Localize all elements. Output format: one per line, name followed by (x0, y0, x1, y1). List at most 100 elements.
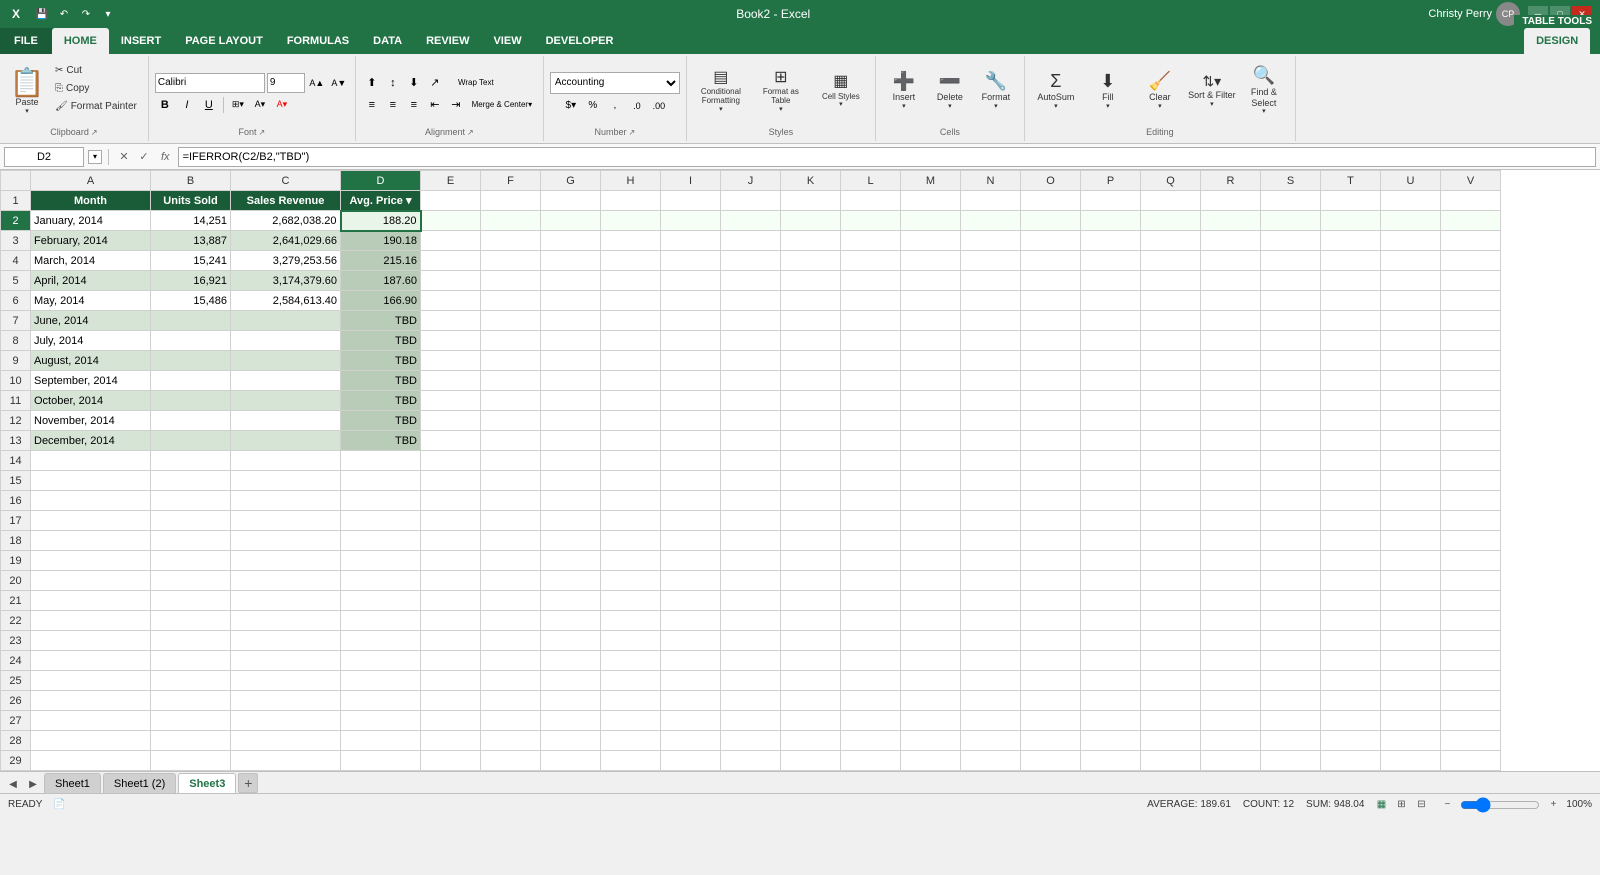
cell-e13[interactable] (421, 431, 481, 451)
cell-v2[interactable] (1441, 211, 1501, 231)
scroll-tabs-left-btn[interactable]: ◀ (4, 775, 22, 793)
wrap-text-btn[interactable]: Wrap Text (446, 73, 506, 93)
tab-file[interactable]: FILE (0, 28, 52, 54)
tab-page-layout[interactable]: PAGE LAYOUT (173, 28, 275, 54)
merge-center-btn[interactable]: Merge & Center▾ (467, 95, 537, 115)
row-num-8[interactable]: 8 (1, 331, 31, 351)
cell-d10[interactable]: TBD (341, 371, 421, 391)
zoom-in-btn[interactable]: + (1544, 796, 1562, 814)
cell-a11[interactable]: October, 2014 (31, 391, 151, 411)
cell-b7[interactable] (151, 311, 231, 331)
cell-e8[interactable] (421, 331, 481, 351)
font-color-button[interactable]: A▾ (272, 95, 292, 115)
cell-a9[interactable]: August, 2014 (31, 351, 151, 371)
tab-review[interactable]: REVIEW (414, 28, 481, 54)
cell-g2[interactable] (541, 211, 601, 231)
cell-d9[interactable]: TBD (341, 351, 421, 371)
col-header-f[interactable]: F (481, 171, 541, 191)
decrease-indent-btn[interactable]: ⇤ (425, 95, 445, 115)
cell-t2[interactable] (1321, 211, 1381, 231)
format-painter-button[interactable]: 🖌Format Painter (50, 98, 142, 115)
cell-b2[interactable]: 14,251 (151, 211, 231, 231)
scroll-tabs-right-btn[interactable]: ▶ (24, 775, 42, 793)
align-top-btn[interactable]: ⬆ (362, 73, 382, 93)
page-layout-view-btn[interactable]: ⊞ (1392, 796, 1410, 814)
cell-o1[interactable] (1021, 191, 1081, 211)
row-num-7[interactable]: 7 (1, 311, 31, 331)
decrease-font-btn[interactable]: A▼ (329, 73, 349, 93)
row-num-9[interactable]: 9 (1, 351, 31, 371)
percent-btn[interactable]: % (583, 96, 603, 116)
cell-f2[interactable] (481, 211, 541, 231)
cell-c9[interactable] (231, 351, 341, 371)
align-middle-btn[interactable]: ↕ (383, 73, 403, 93)
cell-d12[interactable]: TBD (341, 411, 421, 431)
cell-k2[interactable] (781, 211, 841, 231)
cell-h2[interactable] (601, 211, 661, 231)
italic-button[interactable]: I (177, 95, 197, 115)
align-left-btn[interactable]: ≡ (362, 95, 382, 115)
cell-c6[interactable]: 2,584,613.40 (231, 291, 341, 311)
cell-t1[interactable] (1321, 191, 1381, 211)
cell-b13[interactable] (151, 431, 231, 451)
number-format-select[interactable]: Accounting (550, 72, 680, 94)
cell-r1[interactable] (1201, 191, 1261, 211)
copy-button[interactable]: ⎘Copy (50, 80, 142, 97)
cell-e9[interactable] (421, 351, 481, 371)
cell-a13[interactable]: December, 2014 (31, 431, 151, 451)
spreadsheet[interactable]: A B C D E F G H I J K L M N O P Q (0, 170, 1600, 771)
cell-e2[interactable] (421, 211, 481, 231)
cell-c12[interactable] (231, 411, 341, 431)
cell-c1[interactable]: Sales Revenue (231, 191, 341, 211)
cell-c3[interactable]: 2,641,029.66 (231, 231, 341, 251)
col-header-q[interactable]: Q (1141, 171, 1201, 191)
col-header-r[interactable]: R (1201, 171, 1261, 191)
bold-button[interactable]: B (155, 95, 175, 115)
cell-e12[interactable] (421, 411, 481, 431)
col-header-a[interactable]: A (31, 171, 151, 191)
insert-cells-btn[interactable]: ➕ Insert ▾ (882, 62, 926, 120)
row-num-1[interactable]: 1 (1, 191, 31, 211)
cell-d7[interactable]: TBD (341, 311, 421, 331)
cell-e11[interactable] (421, 391, 481, 411)
row-num-11[interactable]: 11 (1, 391, 31, 411)
underline-button[interactable]: U (199, 95, 219, 115)
comma-btn[interactable]: , (605, 96, 625, 116)
cell-a1[interactable]: Month (31, 191, 151, 211)
col-header-p[interactable]: P (1081, 171, 1141, 191)
cell-d8[interactable]: TBD (341, 331, 421, 351)
cell-r2[interactable] (1201, 211, 1261, 231)
cell-e3[interactable] (421, 231, 481, 251)
cell-c2[interactable]: 2,682,038.20 (231, 211, 341, 231)
cell-c11[interactable] (231, 391, 341, 411)
cell-e7[interactable] (421, 311, 481, 331)
currency-btn[interactable]: $▾ (561, 96, 581, 116)
align-bottom-btn[interactable]: ⬇ (404, 73, 424, 93)
format-cells-btn[interactable]: 🔧 Format ▾ (974, 62, 1018, 120)
save-btn[interactable]: 💾 (32, 4, 52, 24)
sheet-tab-sheet1-2[interactable]: Sheet1 (2) (103, 773, 176, 793)
zoom-slider[interactable] (1460, 797, 1540, 813)
cell-s2[interactable] (1261, 211, 1321, 231)
cell-q2[interactable] (1141, 211, 1201, 231)
col-header-j[interactable]: J (721, 171, 781, 191)
cell-c10[interactable] (231, 371, 341, 391)
cell-b6[interactable]: 15,486 (151, 291, 231, 311)
cell-d3[interactable]: 190.18 (341, 231, 421, 251)
decrease-decimal-btn[interactable]: .0 (627, 96, 647, 116)
font-name-input[interactable] (155, 73, 265, 93)
cell-b12[interactable] (151, 411, 231, 431)
increase-decimal-btn[interactable]: .00 (649, 96, 669, 116)
col-header-c[interactable]: C (231, 171, 341, 191)
cell-p2[interactable] (1081, 211, 1141, 231)
cell-e1[interactable] (421, 191, 481, 211)
row-num-6[interactable]: 6 (1, 291, 31, 311)
tab-view[interactable]: VIEW (481, 28, 533, 54)
cell-s1[interactable] (1261, 191, 1321, 211)
cell-o2[interactable] (1021, 211, 1081, 231)
col-header-k[interactable]: K (781, 171, 841, 191)
cell-a5[interactable]: April, 2014 (31, 271, 151, 291)
col-header-g[interactable]: G (541, 171, 601, 191)
align-center-btn[interactable]: ≡ (383, 95, 403, 115)
cell-u1[interactable] (1381, 191, 1441, 211)
